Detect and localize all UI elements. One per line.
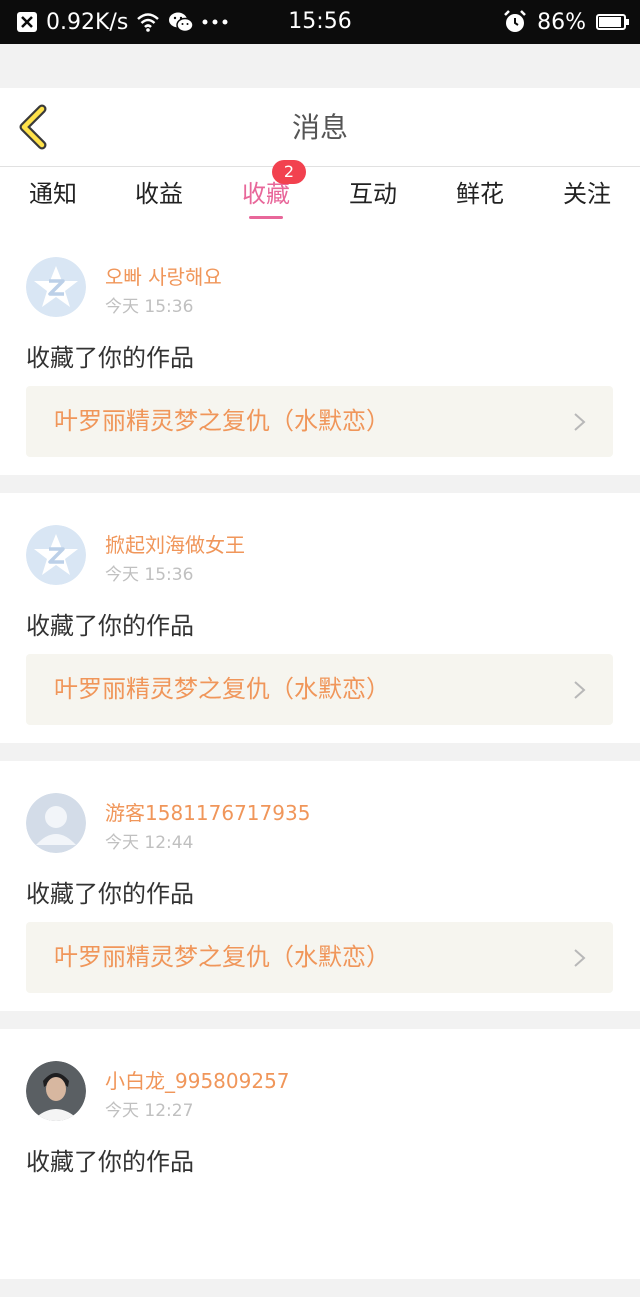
- page-title: 消息: [291, 111, 348, 144]
- header-bar: 消息: [0, 88, 640, 167]
- message-card: 小白龙_995809257 今天 12:27 收藏了你的作品: [0, 1029, 640, 1279]
- status-right: 86%: [503, 0, 629, 44]
- tab-label: 通知: [29, 180, 77, 208]
- tab-label: 鲜花: [456, 180, 504, 208]
- tab-interactions[interactable]: 互动: [320, 167, 426, 225]
- tab-earnings[interactable]: 收益: [106, 167, 212, 225]
- back-button[interactable]: [14, 104, 58, 150]
- tab-label: 收藏: [242, 180, 290, 208]
- avatar[interactable]: [26, 1061, 86, 1121]
- action-text: 收藏了你的作品: [26, 344, 194, 372]
- alarm-icon: [504, 10, 526, 32]
- tab-notifications[interactable]: 通知: [0, 167, 106, 225]
- timestamp: 今天 15:36: [105, 565, 194, 585]
- avatar[interactable]: [26, 793, 86, 853]
- close-notification-icon: [17, 12, 37, 32]
- avatar[interactable]: [26, 525, 86, 585]
- message-card: 掀起刘海做女王 今天 15:36 收藏了你的作品 叶罗丽精灵梦之复仇（水默恋）: [0, 493, 640, 743]
- username[interactable]: 掀起刘海做女王: [105, 529, 245, 558]
- timestamp: 今天 12:44: [105, 833, 194, 853]
- status-left: 0.92K/s: [16, 0, 228, 44]
- work-link[interactable]: 叶罗丽精灵梦之复仇（水默恋）: [26, 386, 613, 457]
- action-text: 收藏了你的作品: [26, 612, 194, 640]
- user-photo: [26, 1061, 86, 1121]
- timestamp: 今天 15:36: [105, 297, 194, 317]
- tab-label: 互动: [349, 180, 397, 208]
- timestamp: 今天 12:27: [105, 1101, 194, 1121]
- unread-badge: 2: [272, 160, 306, 184]
- battery-icon: [596, 14, 629, 30]
- tab-bar: 通知 收益 收藏 2 互动 鲜花 关注: [0, 160, 640, 225]
- action-text: 收藏了你的作品: [26, 1148, 194, 1176]
- battery-percent: 86%: [537, 9, 586, 35]
- status-bar: 0.92K/s 15:56 86%: [0, 0, 640, 44]
- avatar[interactable]: [26, 257, 86, 317]
- username[interactable]: 오빠 사랑해요: [105, 261, 222, 290]
- message-card: 游客1581176717935 今天 12:44 收藏了你的作品 叶罗丽精灵梦之…: [0, 761, 640, 1011]
- chevron-right-icon: [574, 681, 586, 699]
- action-text: 收藏了你的作品: [26, 880, 194, 908]
- tab-label: 收益: [135, 180, 183, 208]
- wifi-icon: [137, 13, 160, 32]
- work-link[interactable]: 叶罗丽精灵梦之复仇（水默恋）: [26, 922, 613, 993]
- wechat-icon: [169, 12, 195, 33]
- chevron-right-icon: [574, 413, 586, 431]
- tab-favorites[interactable]: 收藏 2: [213, 160, 319, 225]
- chevron-left-icon: [19, 104, 47, 150]
- work-link[interactable]: 叶罗丽精灵梦之复仇（水默恋）: [26, 654, 613, 725]
- chevron-right-icon: [574, 949, 586, 967]
- username[interactable]: 小白龙_995809257: [105, 1065, 290, 1094]
- username[interactable]: 游客1581176717935: [105, 797, 310, 826]
- tab-flowers[interactable]: 鲜花: [427, 167, 533, 225]
- tab-follows[interactable]: 关注: [534, 167, 640, 225]
- qq-default-icon: [26, 257, 86, 317]
- network-speed: 0.92K/s: [46, 9, 129, 35]
- more-dots-icon: [202, 19, 228, 25]
- work-title: 叶罗丽精灵梦之复仇（水默恋）: [54, 407, 390, 435]
- message-card: 오빠 사랑해요 今天 15:36 收藏了你的作品 叶罗丽精灵梦之复仇（水默恋）: [0, 225, 640, 475]
- message-list: 오빠 사랑해요 今天 15:36 收藏了你的作品 叶罗丽精灵梦之复仇（水默恋） …: [0, 225, 640, 1297]
- work-title: 叶罗丽精灵梦之复仇（水默恋）: [54, 675, 390, 703]
- tab-label: 关注: [563, 180, 611, 208]
- qq-default-icon: [26, 525, 86, 585]
- work-title: 叶罗丽精灵梦之复仇（水默恋）: [54, 943, 390, 971]
- active-tab-indicator: [249, 216, 283, 219]
- guest-silhouette-icon: [26, 793, 86, 853]
